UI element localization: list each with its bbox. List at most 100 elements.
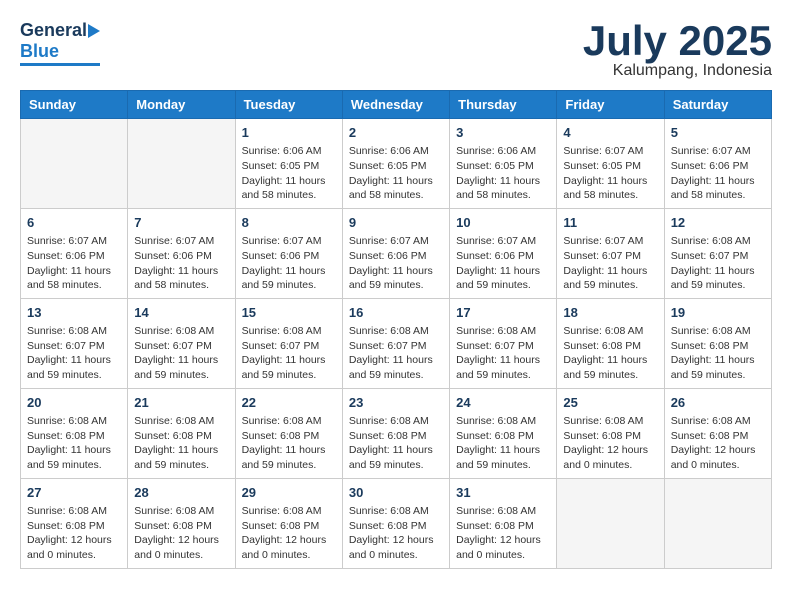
day-info: Sunrise: 6:06 AM Sunset: 6:05 PM Dayligh… [456, 144, 550, 203]
calendar-cell: 7 Sunrise: 6:07 AM Sunset: 6:06 PM Daylig… [128, 208, 235, 298]
calendar-cell: 13Sunrise: 6:08 AM Sunset: 6:07 PM Dayli… [21, 298, 128, 388]
logo-triangle-icon [88, 24, 100, 38]
day-info: Sunrise: 6:08 AM Sunset: 6:08 PM Dayligh… [242, 414, 336, 473]
day-info: Sunrise: 6:08 AM Sunset: 6:07 PM Dayligh… [242, 324, 336, 383]
day-number: 30 [349, 484, 443, 502]
day-info: Sunrise: 6:07 AM Sunset: 6:06 PM Dayligh… [134, 234, 228, 293]
calendar-week-row: 1 Sunrise: 6:06 AM Sunset: 6:05 PM Daylig… [21, 119, 772, 209]
calendar-week-row: 13Sunrise: 6:08 AM Sunset: 6:07 PM Dayli… [21, 298, 772, 388]
day-info: Sunrise: 6:08 AM Sunset: 6:08 PM Dayligh… [242, 504, 336, 563]
day-info: Sunrise: 6:08 AM Sunset: 6:08 PM Dayligh… [349, 504, 443, 563]
calendar-header-row: SundayMondayTuesdayWednesdayThursdayFrid… [21, 91, 772, 119]
day-info: Sunrise: 6:08 AM Sunset: 6:08 PM Dayligh… [671, 414, 765, 473]
calendar-cell: 28Sunrise: 6:08 AM Sunset: 6:08 PM Dayli… [128, 478, 235, 568]
calendar-week-row: 20 Sunrise: 6:08 AM Sunset: 6:08 PM Dayli… [21, 388, 772, 478]
calendar-cell: 9Sunrise: 6:07 AM Sunset: 6:06 PM Daylig… [342, 208, 449, 298]
calendar-cell: 11 Sunrise: 6:07 AM Sunset: 6:07 PM Dayli… [557, 208, 664, 298]
day-number: 15 [242, 304, 336, 322]
calendar-cell [128, 119, 235, 209]
calendar-cell: 31 Sunrise: 6:08 AM Sunset: 6:08 PM Dayli… [450, 478, 557, 568]
calendar-cell: 27 Sunrise: 6:08 AM Sunset: 6:08 PM Dayli… [21, 478, 128, 568]
day-info: Sunrise: 6:08 AM Sunset: 6:08 PM Dayligh… [27, 414, 121, 473]
day-info: Sunrise: 6:07 AM Sunset: 6:07 PM Dayligh… [563, 234, 657, 293]
day-number: 14 [134, 304, 228, 322]
calendar-day-header: Saturday [664, 91, 771, 119]
calendar-cell: 22 Sunrise: 6:08 AM Sunset: 6:08 PM Dayli… [235, 388, 342, 478]
day-number: 27 [27, 484, 121, 502]
calendar-cell: 3 Sunrise: 6:06 AM Sunset: 6:05 PM Daylig… [450, 119, 557, 209]
calendar-cell: 10Sunrise: 6:07 AM Sunset: 6:06 PM Dayli… [450, 208, 557, 298]
calendar-cell: 1 Sunrise: 6:06 AM Sunset: 6:05 PM Daylig… [235, 119, 342, 209]
calendar-table: SundayMondayTuesdayWednesdayThursdayFrid… [20, 90, 772, 569]
day-info: Sunrise: 6:08 AM Sunset: 6:08 PM Dayligh… [134, 414, 228, 473]
day-number: 25 [563, 394, 657, 412]
calendar-cell: 20 Sunrise: 6:08 AM Sunset: 6:08 PM Dayli… [21, 388, 128, 478]
day-info: Sunrise: 6:08 AM Sunset: 6:08 PM Dayligh… [27, 504, 121, 563]
calendar-cell: 14Sunrise: 6:08 AM Sunset: 6:07 PM Dayli… [128, 298, 235, 388]
day-info: Sunrise: 6:08 AM Sunset: 6:07 PM Dayligh… [671, 234, 765, 293]
day-number: 24 [456, 394, 550, 412]
day-number: 4 [563, 124, 657, 142]
calendar-cell: 23 Sunrise: 6:08 AM Sunset: 6:08 PM Dayli… [342, 388, 449, 478]
calendar-day-header: Sunday [21, 91, 128, 119]
calendar-cell: 5Sunrise: 6:07 AM Sunset: 6:06 PM Daylig… [664, 119, 771, 209]
day-info: Sunrise: 6:08 AM Sunset: 6:07 PM Dayligh… [456, 324, 550, 383]
calendar-cell: 29Sunrise: 6:08 AM Sunset: 6:08 PM Dayli… [235, 478, 342, 568]
day-number: 18 [563, 304, 657, 322]
calendar-cell: 25 Sunrise: 6:08 AM Sunset: 6:08 PM Dayli… [557, 388, 664, 478]
day-info: Sunrise: 6:08 AM Sunset: 6:08 PM Dayligh… [456, 414, 550, 473]
calendar-week-row: 27 Sunrise: 6:08 AM Sunset: 6:08 PM Dayli… [21, 478, 772, 568]
calendar-day-header: Tuesday [235, 91, 342, 119]
day-info: Sunrise: 6:08 AM Sunset: 6:08 PM Dayligh… [349, 414, 443, 473]
day-number: 20 [27, 394, 121, 412]
day-number: 22 [242, 394, 336, 412]
day-info: Sunrise: 6:07 AM Sunset: 6:05 PM Dayligh… [563, 144, 657, 203]
day-number: 1 [242, 124, 336, 142]
day-number: 8 [242, 214, 336, 232]
day-number: 7 [134, 214, 228, 232]
day-number: 31 [456, 484, 550, 502]
calendar-cell: 30 Sunrise: 6:08 AM Sunset: 6:08 PM Dayli… [342, 478, 449, 568]
logo-underline [20, 63, 100, 66]
day-number: 5 [671, 124, 765, 142]
day-info: Sunrise: 6:07 AM Sunset: 6:06 PM Dayligh… [242, 234, 336, 293]
day-number: 23 [349, 394, 443, 412]
calendar-cell: 17 Sunrise: 6:08 AM Sunset: 6:07 PM Dayli… [450, 298, 557, 388]
calendar-cell [21, 119, 128, 209]
logo: General Blue [20, 20, 100, 66]
day-info: Sunrise: 6:08 AM Sunset: 6:08 PM Dayligh… [563, 324, 657, 383]
calendar-day-header: Thursday [450, 91, 557, 119]
day-number: 11 [563, 214, 657, 232]
calendar-cell: 26 Sunrise: 6:08 AM Sunset: 6:08 PM Dayli… [664, 388, 771, 478]
day-number: 12 [671, 214, 765, 232]
day-info: Sunrise: 6:06 AM Sunset: 6:05 PM Dayligh… [242, 144, 336, 203]
calendar-cell: 6Sunrise: 6:07 AM Sunset: 6:06 PM Daylig… [21, 208, 128, 298]
calendar-week-row: 6Sunrise: 6:07 AM Sunset: 6:06 PM Daylig… [21, 208, 772, 298]
day-info: Sunrise: 6:08 AM Sunset: 6:08 PM Dayligh… [563, 414, 657, 473]
day-info: Sunrise: 6:08 AM Sunset: 6:08 PM Dayligh… [671, 324, 765, 383]
day-number: 26 [671, 394, 765, 412]
calendar-cell: 8 Sunrise: 6:07 AM Sunset: 6:06 PM Daylig… [235, 208, 342, 298]
day-info: Sunrise: 6:08 AM Sunset: 6:07 PM Dayligh… [349, 324, 443, 383]
logo-blue: Blue [20, 41, 59, 62]
logo-general: General [20, 20, 87, 41]
calendar-cell [557, 478, 664, 568]
calendar-cell: 4 Sunrise: 6:07 AM Sunset: 6:05 PM Daylig… [557, 119, 664, 209]
day-number: 21 [134, 394, 228, 412]
day-info: Sunrise: 6:08 AM Sunset: 6:08 PM Dayligh… [134, 504, 228, 563]
day-number: 3 [456, 124, 550, 142]
day-info: Sunrise: 6:06 AM Sunset: 6:05 PM Dayligh… [349, 144, 443, 203]
day-number: 9 [349, 214, 443, 232]
calendar-day-header: Monday [128, 91, 235, 119]
calendar-cell: 18 Sunrise: 6:08 AM Sunset: 6:08 PM Dayli… [557, 298, 664, 388]
calendar-cell: 16Sunrise: 6:08 AM Sunset: 6:07 PM Dayli… [342, 298, 449, 388]
calendar-cell: 12 Sunrise: 6:08 AM Sunset: 6:07 PM Dayli… [664, 208, 771, 298]
month-title: July 2025 [583, 20, 772, 62]
day-number: 17 [456, 304, 550, 322]
day-number: 19 [671, 304, 765, 322]
calendar-cell: 21 Sunrise: 6:08 AM Sunset: 6:08 PM Dayli… [128, 388, 235, 478]
calendar-cell: 24 Sunrise: 6:08 AM Sunset: 6:08 PM Dayli… [450, 388, 557, 478]
day-info: Sunrise: 6:08 AM Sunset: 6:08 PM Dayligh… [456, 504, 550, 563]
day-number: 2 [349, 124, 443, 142]
day-number: 10 [456, 214, 550, 232]
